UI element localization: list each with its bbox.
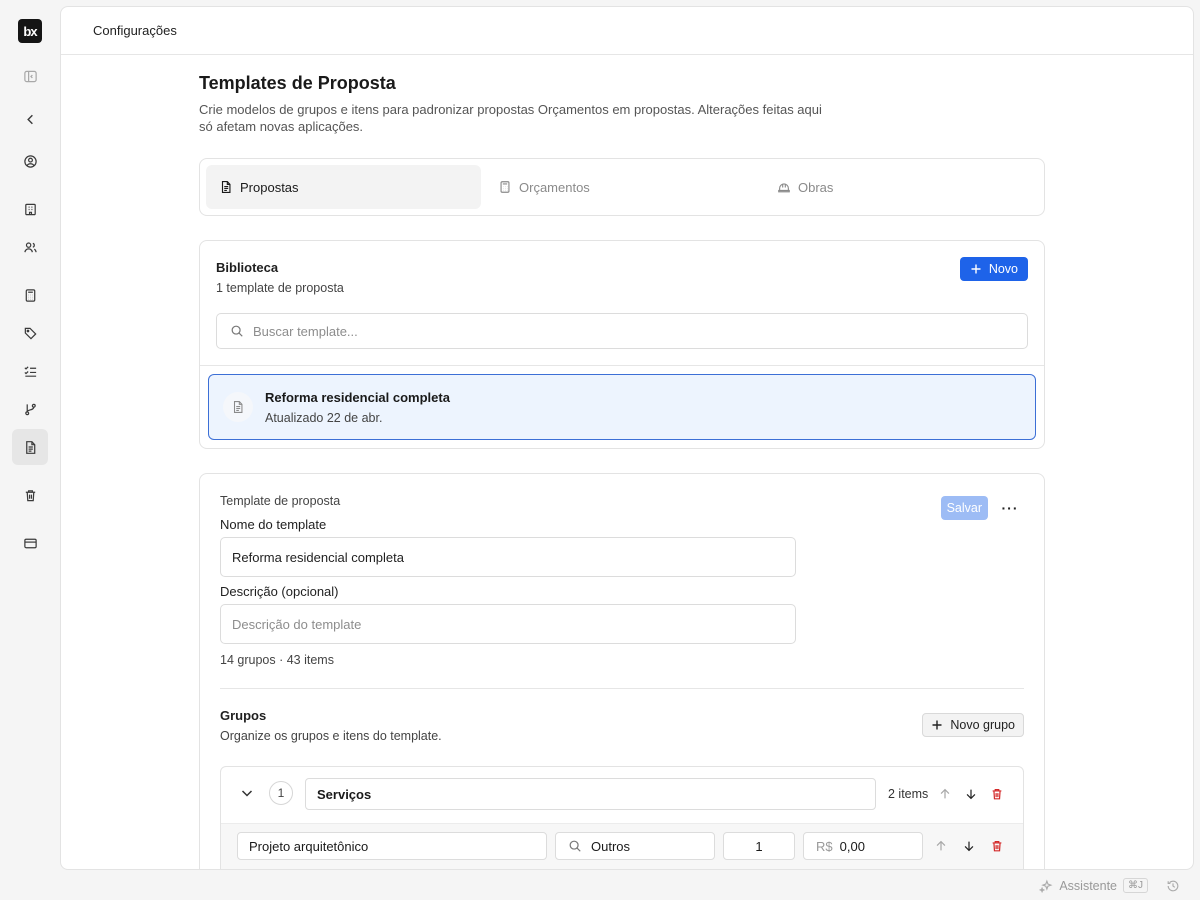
tab-label: Orçamentos: [519, 179, 590, 195]
calculator-icon: [500, 181, 510, 193]
search-icon: [569, 840, 581, 852]
chevron-left-icon[interactable]: [12, 101, 48, 137]
item-quantity-value: 1: [755, 838, 763, 854]
file-text-icon[interactable]: [12, 429, 48, 465]
main-panel: Configurações Templates de Proposta Crie…: [60, 6, 1194, 870]
library-count: 1 template de proposta: [216, 281, 344, 295]
template-counts: 14 grupos · 43 items: [220, 653, 334, 667]
tag-icon[interactable]: [12, 315, 48, 351]
item-row: Outros 1 R$ 0,00: [221, 823, 1023, 869]
app-logo[interactable]: bx: [18, 19, 42, 43]
delete-icon[interactable]: [988, 837, 1006, 855]
new-group-button[interactable]: Novo grupo: [922, 713, 1024, 737]
template-editor-card: Template de proposta Salvar ··· Nome do …: [199, 473, 1045, 869]
sidebar: bx: [0, 0, 60, 900]
footer: Assistente ⌘J: [0, 872, 1200, 900]
group-card: 1 2 items Outros: [220, 766, 1024, 869]
item-quantity-input[interactable]: 1: [723, 832, 795, 860]
arrow-up-icon[interactable]: [932, 837, 950, 855]
git-branch-icon[interactable]: [12, 391, 48, 427]
page-description: Crie modelos de grupos e itens para padr…: [199, 102, 822, 134]
sidebar-toggle-icon[interactable]: [12, 58, 48, 94]
group-name-input[interactable]: [305, 778, 876, 810]
users-icon[interactable]: [12, 229, 48, 265]
new-template-button[interactable]: Novo: [959, 257, 1028, 281]
sparkles-icon: [1039, 879, 1053, 893]
topbar: Configurações: [61, 7, 1193, 55]
template-updated: Atualizado 22 de abr.: [265, 411, 383, 425]
tab-label: Obras: [798, 179, 834, 195]
item-price-value: 0,00: [839, 838, 865, 854]
plus-icon: [971, 264, 981, 274]
new-template-label: Novo: [988, 262, 1018, 276]
arrow-down-icon[interactable]: [960, 837, 978, 855]
tab-obras[interactable]: Obras: [764, 165, 1039, 209]
arrow-up-icon[interactable]: [936, 785, 954, 803]
arrow-down-icon[interactable]: [962, 785, 980, 803]
assistant-button[interactable]: Assistente ⌘J: [1039, 878, 1148, 893]
tab-label: Propostas: [240, 179, 299, 195]
tabs: Propostas Orçamentos Obras: [199, 158, 1045, 216]
trash-icon[interactable]: [12, 477, 48, 513]
name-field-label: Nome do template: [220, 517, 327, 532]
groups-subtitle: Organize os grupos e itens do template.: [220, 729, 442, 743]
app-logo-text: bx: [23, 23, 37, 39]
description-field-label: Descrição (opcional): [220, 584, 339, 599]
library-title: Biblioteca: [216, 260, 279, 275]
group-number: 1: [269, 781, 293, 805]
file-icon: [223, 392, 253, 422]
editor-section-label: Template de proposta: [220, 494, 341, 508]
more-options-icon[interactable]: ···: [1000, 498, 1020, 518]
calculator-icon[interactable]: [12, 277, 48, 313]
item-price-input[interactable]: R$ 0,00: [803, 832, 923, 860]
search-icon: [231, 325, 243, 337]
template-name: Reforma residencial completa: [265, 390, 450, 405]
tab-orcamentos[interactable]: Orçamentos: [485, 165, 760, 209]
search-box: [216, 313, 1028, 349]
chevron-down-icon[interactable]: [239, 785, 255, 801]
search-input[interactable]: [253, 323, 953, 339]
list-checks-icon[interactable]: [12, 353, 48, 389]
item-category-value: Outros: [591, 838, 631, 854]
plus-icon: [932, 720, 942, 730]
new-group-label: Novo grupo: [950, 718, 1015, 732]
history-icon[interactable]: [1166, 879, 1180, 893]
user-circle-icon[interactable]: [12, 143, 48, 179]
divider: [220, 688, 1024, 689]
template-name-input[interactable]: [220, 537, 796, 577]
assistant-shortcut: ⌘J: [1123, 878, 1148, 893]
item-category-select[interactable]: Outros: [555, 832, 715, 860]
save-button[interactable]: Salvar: [940, 496, 988, 520]
breadcrumb: Configurações: [93, 23, 177, 38]
page-title: Templates de Proposta: [199, 73, 396, 93]
building-icon[interactable]: [12, 191, 48, 227]
item-name-input[interactable]: [237, 832, 547, 860]
divider: [200, 365, 1044, 366]
credit-card-icon[interactable]: [12, 525, 48, 561]
tab-propostas[interactable]: Propostas: [206, 165, 481, 209]
template-description-input[interactable]: [220, 604, 796, 644]
assistant-label: Assistente: [1059, 878, 1117, 893]
library-card: Biblioteca 1 template de proposta Novo R…: [199, 240, 1045, 449]
currency-prefix: R$: [816, 838, 833, 854]
groups-title: Grupos: [220, 708, 267, 723]
delete-icon[interactable]: [988, 785, 1006, 803]
template-list-item[interactable]: Reforma residencial completa Atualizado …: [208, 374, 1036, 440]
group-items-count: 2 items: [888, 787, 929, 801]
settings-content: Templates de Proposta Crie modelos de gr…: [199, 56, 1045, 869]
file-text-icon: [221, 181, 231, 193]
hard-hat-icon: [778, 183, 790, 193]
